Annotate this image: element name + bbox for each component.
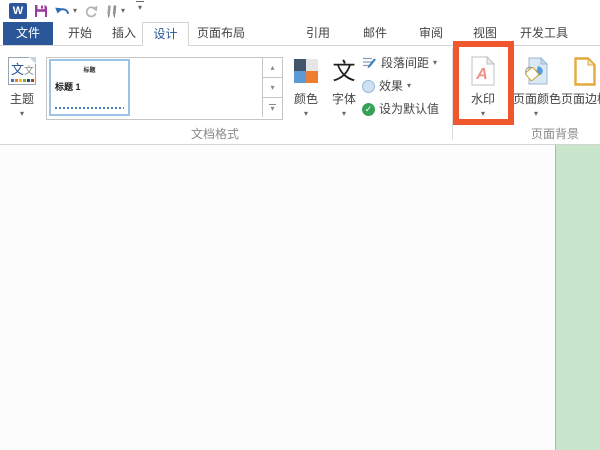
page-color-button[interactable]: 页面颜色 ▾ bbox=[513, 52, 559, 124]
theme-fonts-button[interactable]: 文 字体 ▾ bbox=[326, 52, 362, 124]
word-window: W ▾ bbox=[0, 0, 600, 450]
paragraph-spacing-dropdown-icon: ▾ bbox=[433, 59, 437, 67]
tab-file[interactable]: 文件 bbox=[3, 22, 53, 45]
themes-dropdown-icon: ▾ bbox=[2, 110, 42, 118]
theme-colors-icon bbox=[294, 59, 318, 83]
effects-dropdown-icon: ▾ bbox=[407, 82, 411, 90]
fonts-label: 字体 bbox=[332, 92, 356, 106]
page-color-dropdown-icon: ▾ bbox=[513, 110, 559, 118]
gallery-scroll-up-button[interactable]: ▴ bbox=[263, 58, 282, 78]
scroll-up-icon: ▴ bbox=[270, 63, 274, 72]
undo-dropdown-icon[interactable]: ▾ bbox=[73, 7, 77, 15]
thumbnail-title-text: 标题 bbox=[51, 65, 128, 74]
tab-design[interactable]: 设计 bbox=[142, 22, 189, 46]
page-borders-button[interactable]: 页面边框 bbox=[560, 52, 600, 124]
colors-label: 颜色 bbox=[294, 92, 318, 106]
themes-icon-char: 文 bbox=[11, 62, 24, 77]
theme-colors-button[interactable]: 颜色 ▾ bbox=[287, 52, 325, 124]
group-label-page-background: 页面背景 bbox=[500, 125, 600, 142]
page-color-preview-strip bbox=[556, 145, 600, 450]
themes-label: 主题 bbox=[10, 92, 34, 106]
page-color-label: 页面颜色 bbox=[513, 92, 561, 106]
paragraph-spacing-icon bbox=[362, 56, 377, 70]
effects-label: 效果 bbox=[379, 77, 403, 95]
document-canvas[interactable] bbox=[0, 145, 555, 450]
tab-developer[interactable]: 开发工具 bbox=[517, 22, 571, 45]
undo-icon bbox=[55, 5, 71, 18]
gallery-scrollbar: ▴ ▾ ▾ bbox=[262, 58, 282, 117]
paragraph-spacing-button[interactable]: 段落间距 ▾ bbox=[362, 54, 437, 72]
gallery-scroll-down-button[interactable]: ▾ bbox=[263, 78, 282, 98]
tab-review[interactable]: 审阅 bbox=[416, 22, 446, 45]
themes-icon-char: 文 bbox=[24, 66, 34, 77]
theme-fonts-icon: 文 bbox=[333, 60, 356, 83]
redo-button[interactable] bbox=[84, 1, 98, 21]
tab-page-layout[interactable]: 页面布局 bbox=[193, 22, 249, 45]
theme-color-swatches-icon bbox=[11, 79, 34, 82]
thumbnail-heading-text: 标题 1 bbox=[55, 80, 128, 93]
watermark-highlight-box bbox=[453, 41, 514, 125]
qat-customize-bar-icon bbox=[136, 1, 144, 2]
paragraph-spacing-label: 段落间距 bbox=[381, 54, 429, 72]
tab-home[interactable]: 开始 bbox=[58, 22, 102, 45]
style-set-thumbnail[interactable]: 标题 标题 1 bbox=[49, 59, 130, 116]
group-label-document-formatting: 文档格式 bbox=[0, 125, 430, 142]
page-color-icon bbox=[524, 57, 548, 86]
tab-references[interactable]: 引用 bbox=[303, 22, 333, 45]
quick-access-toolbar: W ▾ bbox=[0, 0, 600, 22]
set-as-default-label: 设为默认值 bbox=[379, 100, 439, 118]
tab-mailings[interactable]: 邮件 bbox=[360, 22, 390, 45]
word-logo[interactable]: W bbox=[9, 1, 27, 21]
fonts-dropdown-icon: ▾ bbox=[326, 110, 362, 118]
check-icon: ✓ bbox=[362, 103, 375, 116]
effects-button[interactable]: 效果 ▾ bbox=[362, 77, 411, 95]
qat-customize-dropdown-icon: ▾ bbox=[138, 4, 142, 12]
qat-customize-button[interactable]: ▾ bbox=[136, 1, 144, 21]
style-set-gallery: 标题 标题 1 ▴ ▾ ▾ bbox=[46, 57, 283, 120]
more-dropdown-icon: ▾ bbox=[270, 106, 274, 112]
word-logo-icon: W bbox=[9, 3, 27, 19]
save-icon bbox=[34, 4, 48, 18]
undo-button[interactable]: ▾ bbox=[55, 1, 77, 21]
pens-dropdown-icon[interactable]: ▾ bbox=[121, 7, 125, 15]
themes-button[interactable]: 文文 主题 ▾ bbox=[2, 52, 42, 124]
themes-icon: 文文 bbox=[8, 57, 36, 85]
redo-icon bbox=[84, 5, 98, 18]
gallery-more-button[interactable]: ▾ bbox=[263, 98, 282, 117]
scroll-down-icon: ▾ bbox=[270, 83, 274, 92]
effects-icon bbox=[362, 80, 375, 93]
page-borders-label: 页面边框 bbox=[561, 92, 600, 106]
format-pens-icon bbox=[105, 4, 120, 19]
page-borders-icon bbox=[574, 57, 596, 86]
save-button[interactable] bbox=[34, 1, 48, 21]
set-as-default-button[interactable]: ✓ 设为默认值 bbox=[362, 100, 439, 118]
colors-dropdown-icon: ▾ bbox=[287, 110, 325, 118]
tab-insert[interactable]: 插入 bbox=[102, 22, 146, 45]
format-pens-button[interactable]: ▾ bbox=[105, 1, 125, 21]
thumbnail-body-text-icon bbox=[55, 107, 124, 109]
